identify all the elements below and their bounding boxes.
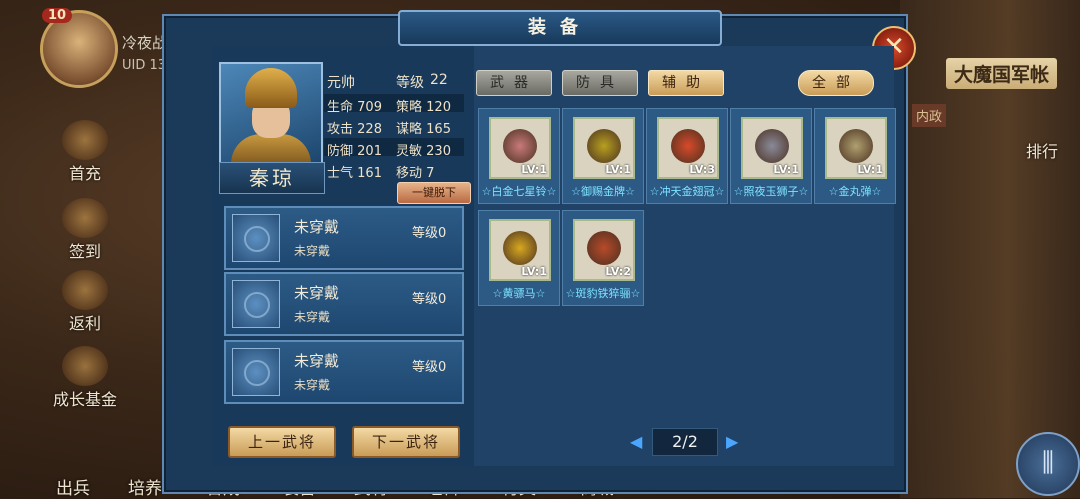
prev-hero-button[interactable]: 上一武将 — [228, 426, 336, 458]
unequip-all-button[interactable]: 一键脱下 — [397, 182, 471, 204]
next-page-icon[interactable]: ▶ — [726, 432, 738, 451]
item-name: ☆黄骠马☆ — [492, 287, 546, 300]
tab-all[interactable]: 全部 — [798, 70, 874, 96]
bottom-menu-train[interactable]: 培养 — [128, 474, 162, 499]
empty-slot-icon — [232, 280, 280, 328]
side-menu-rebate[interactable]: 返利 — [40, 270, 130, 334]
item-icon: LV:1 — [741, 117, 803, 179]
internal-affairs-tag[interactable]: 内政 — [912, 104, 947, 127]
prev-page-icon[interactable]: ◀ — [630, 432, 642, 451]
slot-name: 未穿戴 — [294, 218, 340, 236]
item-art — [503, 129, 537, 163]
next-hero-button[interactable]: 下一武将 — [352, 426, 460, 458]
item-level: LV:1 — [521, 163, 547, 176]
inventory-item[interactable]: LV:1 ☆御赐金牌☆ — [562, 108, 644, 204]
side-menu-label: 首充 — [68, 164, 101, 183]
hero-rank: 元帅 — [327, 75, 355, 91]
empty-slot-icon — [232, 348, 280, 396]
tab-armor[interactable]: 防具 — [562, 70, 638, 96]
dialog-title: 装备 — [398, 10, 722, 46]
item-icon: LV:2 — [573, 219, 635, 281]
item-name: ☆斑豹铁猝骊☆ — [565, 287, 641, 300]
first-recharge-icon — [62, 120, 108, 160]
item-art — [587, 231, 621, 265]
equipment-slot[interactable]: 未穿戴 未穿戴 等级0 — [224, 272, 464, 336]
ranking-label[interactable]: 排行 — [1026, 138, 1058, 162]
item-icon: LV:1 — [825, 117, 887, 179]
slot-level: 等级0 — [412, 292, 447, 307]
slot-level: 等级0 — [412, 226, 447, 241]
bottom-menu-deploy[interactable]: 出兵 — [56, 474, 90, 499]
side-menu-growth-fund[interactable]: 成长基金 — [40, 346, 130, 410]
item-art — [671, 129, 705, 163]
item-level: LV:1 — [773, 163, 799, 176]
menu-lines-icon: ⫼ — [1042, 448, 1054, 478]
item-name: ☆金丸弹☆ — [828, 185, 882, 198]
side-menu-label: 返利 — [68, 314, 101, 333]
item-name: ☆冲天金翅冠☆ — [649, 185, 725, 198]
item-icon: LV:1 — [489, 219, 551, 281]
hero-name: 秦琼 — [219, 162, 325, 194]
player-name: 冷夜战 — [122, 34, 168, 52]
army-tent-title: 大魔国军帐 — [946, 58, 1058, 89]
side-menu-label: 成长基金 — [52, 390, 117, 409]
slot-name: 未穿戴 — [294, 352, 340, 370]
tab-auxiliary[interactable]: 辅助 — [648, 70, 724, 96]
item-art — [587, 129, 621, 163]
item-icon: LV:1 — [489, 117, 551, 179]
inventory-item[interactable]: LV:1 ☆金丸弹☆ — [814, 108, 896, 204]
rebate-icon — [62, 270, 108, 310]
item-icon: LV:3 — [657, 117, 719, 179]
slot-subtitle: 未穿戴 — [294, 378, 331, 392]
stat-strategy: 策略 120 — [396, 100, 451, 115]
player-level-badge: 10 — [42, 8, 73, 23]
stat-defense: 防御 201 — [327, 144, 382, 159]
tab-weapon[interactable]: 武器 — [476, 70, 552, 96]
item-art — [839, 129, 873, 163]
equipment-slot[interactable]: 未穿戴 未穿戴 等级0 — [224, 340, 464, 404]
equipment-slot[interactable]: 未穿戴 未穿戴 等级0 — [224, 206, 464, 270]
side-menu-label: 签到 — [68, 242, 101, 261]
side-menu-first-recharge[interactable]: 首充 — [40, 120, 130, 184]
menu-fab-button[interactable]: ⫼ — [1016, 432, 1080, 496]
item-name: ☆照夜玉狮子☆ — [733, 185, 809, 198]
stat-movement: 移动 7 — [396, 166, 435, 181]
inventory-item[interactable]: LV:1 ☆照夜玉狮子☆ — [730, 108, 812, 204]
inventory-item[interactable]: LV:1 ☆白金七星铃☆ — [478, 108, 560, 204]
item-level: LV:3 — [689, 163, 715, 176]
growth-fund-icon — [62, 346, 108, 386]
page-indicator: 2/2 — [652, 428, 718, 456]
portrait-helmet — [245, 68, 297, 108]
slot-level: 等级0 — [412, 360, 447, 375]
hero-level-value: 22 — [430, 72, 448, 88]
stat-attack: 攻击 228 — [327, 122, 382, 137]
inventory-item[interactable]: LV:1 ☆黄骠马☆ — [478, 210, 560, 306]
item-name: ☆御赐金牌☆ — [571, 185, 635, 198]
checkin-icon — [62, 198, 108, 238]
stat-hp: 生命 709 — [327, 100, 382, 115]
slot-subtitle: 未穿戴 — [294, 244, 331, 258]
hero-level-label: 等级 — [396, 75, 424, 91]
item-art — [755, 129, 789, 163]
side-menu-checkin[interactable]: 签到 — [40, 198, 130, 262]
slot-name: 未穿戴 — [294, 284, 340, 302]
item-name: ☆白金七星铃☆ — [481, 185, 557, 198]
slot-subtitle: 未穿戴 — [294, 310, 331, 324]
inventory-item[interactable]: LV:3 ☆冲天金翅冠☆ — [646, 108, 728, 204]
stat-tactics: 谋略 165 — [396, 122, 451, 137]
item-level: LV:1 — [521, 265, 547, 278]
inventory-item[interactable]: LV:2 ☆斑豹铁猝骊☆ — [562, 210, 644, 306]
item-art — [503, 231, 537, 265]
item-level: LV:1 — [857, 163, 883, 176]
item-level: LV:1 — [605, 163, 631, 176]
item-level: LV:2 — [605, 265, 631, 278]
hero-portrait — [219, 62, 323, 166]
stat-agility: 灵敏 230 — [396, 144, 451, 159]
item-icon: LV:1 — [573, 117, 635, 179]
stat-morale: 士气 161 — [327, 166, 382, 181]
empty-slot-icon — [232, 214, 280, 262]
